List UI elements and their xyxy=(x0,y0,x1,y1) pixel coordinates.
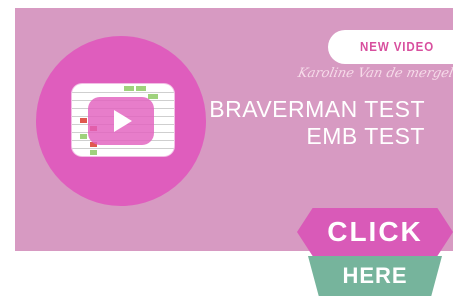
video-title-line-2: EMB TEST xyxy=(306,123,425,149)
play-button[interactable] xyxy=(88,97,154,145)
new-video-label: NEW VIDEO xyxy=(360,40,435,54)
play-icon xyxy=(114,110,132,132)
here-label: HERE xyxy=(342,263,408,288)
here-button[interactable]: HERE xyxy=(308,256,442,296)
click-label: CLICK xyxy=(327,216,423,247)
author-signature: Karoline Van de mergel xyxy=(296,66,453,81)
new-video-badge: NEW VIDEO xyxy=(328,30,453,64)
video-title-line-1: BRAVERMAN TEST xyxy=(209,96,425,122)
click-button[interactable]: CLICK xyxy=(297,208,453,256)
